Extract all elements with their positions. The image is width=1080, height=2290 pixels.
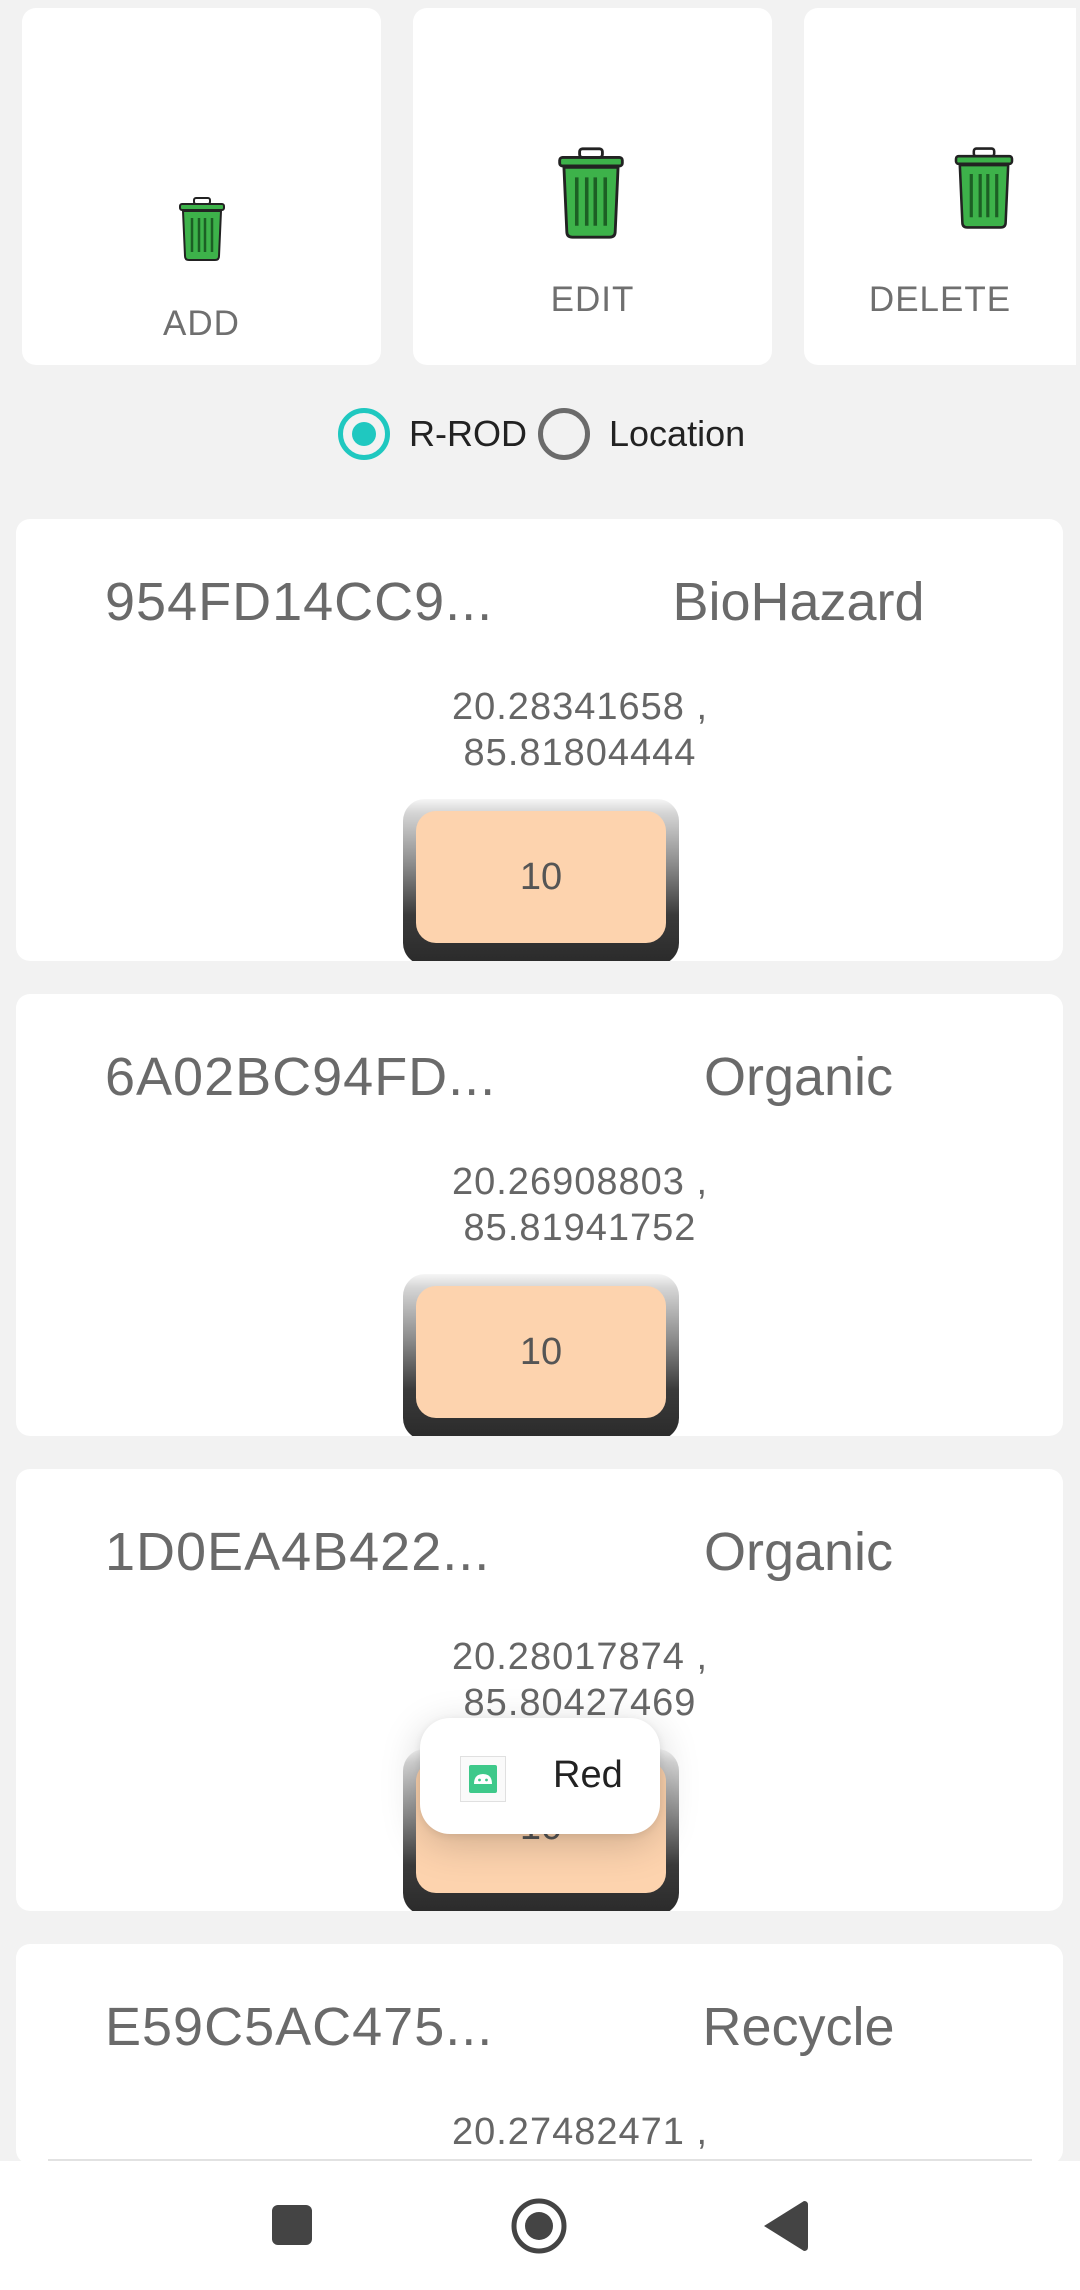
toast-text: Red — [553, 1754, 623, 1796]
trash-bin-icon — [558, 147, 624, 239]
rod-card[interactable]: 954FD14CC9... BioHazard 20.28341658 , 85… — [16, 519, 1063, 961]
add-label: ADD — [163, 304, 240, 343]
rod-coordinates: 20.28341658 , 85.81804444 — [316, 684, 844, 776]
trash-bin-icon — [179, 197, 225, 261]
rod-type: Recycle — [702, 1997, 895, 2057]
toast-message: Red — [420, 1718, 660, 1834]
rod-card[interactable]: E59C5AC475... Recycle 20.27482471 , — [16, 1944, 1063, 2164]
rod-count: 10 — [416, 811, 666, 943]
rod-longitude: 85.81941752 — [463, 1207, 697, 1249]
rod-count: 10 — [416, 1286, 666, 1418]
rod-latitude: 20.26908803 , — [451, 1161, 708, 1203]
delete-button[interactable]: DELETE — [804, 8, 1076, 365]
rod-longitude: 85.81804444 — [463, 732, 697, 774]
triangle-back-icon[interactable] — [764, 2201, 808, 2251]
rod-latitude: 20.28341658 , — [451, 686, 708, 728]
rod-card[interactable]: 6A02BC94FD... Organic 20.26908803 , 85.8… — [16, 994, 1063, 1436]
rod-type: Organic — [703, 1522, 894, 1582]
rod-count-button[interactable]: 10 — [403, 799, 679, 961]
edit-button[interactable]: EDIT — [413, 8, 772, 365]
rod-latitude: 20.28017874 , — [451, 1636, 708, 1678]
rod-type: BioHazard — [672, 572, 925, 632]
edit-label: EDIT — [550, 280, 635, 319]
navigation-bar — [0, 2161, 1080, 2290]
filter-radio-group: R-ROD Location — [0, 405, 1080, 465]
rod-count-button[interactable]: 10 — [403, 1274, 679, 1436]
radio-rrod[interactable] — [338, 408, 390, 460]
rod-coordinates: 20.28017874 , 85.80427469 — [316, 1634, 844, 1726]
square-icon[interactable] — [272, 2205, 312, 2245]
rod-type: Organic — [703, 1047, 894, 1107]
radio-location-label[interactable]: Location — [609, 413, 745, 455]
rod-latitude: 20.27482471 , — [451, 2111, 708, 2153]
circle-home-icon[interactable] — [510, 2197, 568, 2255]
radio-rrod-label[interactable]: R-ROD — [409, 413, 527, 455]
rod-coordinates: 20.26908803 , 85.81941752 — [316, 1159, 844, 1251]
rod-coordinates: 20.27482471 , — [316, 2109, 844, 2155]
rod-id: E59C5AC475... — [105, 1997, 494, 2057]
rod-id: 1D0EA4B422... — [105, 1522, 491, 1582]
delete-label: DELETE — [868, 280, 1012, 319]
rod-id: 954FD14CC9... — [105, 572, 494, 632]
trash-bin-icon — [954, 147, 1014, 229]
android-app-icon — [460, 1756, 506, 1802]
rod-card[interactable]: 1D0EA4B422... Organic 20.28017874 , 85.8… — [16, 1469, 1063, 1911]
radio-location[interactable] — [538, 408, 590, 460]
add-button[interactable]: ADD — [22, 8, 381, 365]
rod-id: 6A02BC94FD... — [105, 1047, 497, 1107]
